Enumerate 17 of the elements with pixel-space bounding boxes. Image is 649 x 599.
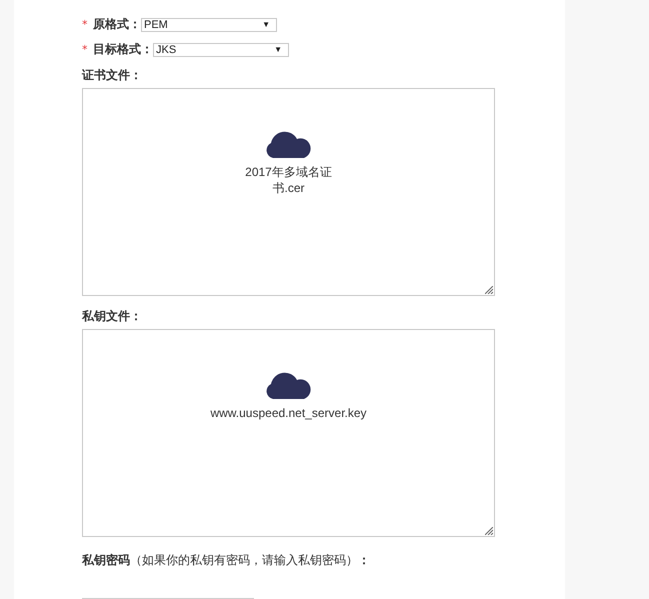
field-hint: （如果你的私钥有密码，请输入私钥密码） [130,552,358,569]
upload-area[interactable]: www.uuspeed.net_server.key [82,329,495,537]
format-select[interactable]: PEM ▼ [141,18,277,32]
required-mark: * [82,18,88,31]
field-label: 私钥文件： [82,308,143,325]
resize-grip-icon[interactable] [485,527,493,535]
format-select[interactable]: JKS ▼ [153,42,289,56]
field-label: 私钥密码 [82,552,130,569]
field-label: 证书文件： [82,67,143,84]
label-colon: ： [358,552,370,569]
file-name: 2017年多域名证书.cer [244,164,333,196]
required-mark: * [82,43,88,56]
field-label: 原格式： [93,16,141,33]
file-name: www.uuspeed.net_server.key [210,405,367,421]
upload-area[interactable]: 2017年多域名证书.cer [82,88,495,296]
resize-grip-icon[interactable] [485,286,493,294]
field-label: 目标格式： [93,41,153,58]
